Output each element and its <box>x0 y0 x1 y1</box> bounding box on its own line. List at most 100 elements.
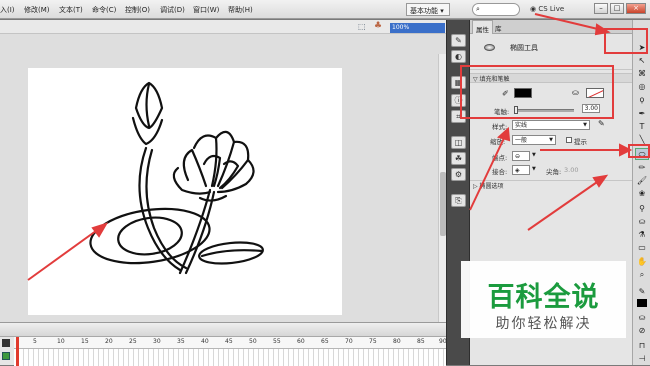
watermark-subtitle: 助你轻松解决 <box>495 316 592 332</box>
frame-number: 15 <box>81 338 89 345</box>
eraser-tool-icon[interactable]: ▭ <box>635 242 649 254</box>
hand-tool-icon[interactable]: ✋ <box>635 256 649 268</box>
search-input[interactable]: ⌕ <box>472 3 520 16</box>
frame-icon <box>2 339 10 347</box>
frame-number: 30 <box>153 338 161 345</box>
frame-number: 65 <box>321 338 329 345</box>
panel-icon-9[interactable]: ⎘ <box>451 194 466 207</box>
tab-properties[interactable]: 属性 <box>472 20 493 34</box>
frame-number: 70 <box>345 338 353 345</box>
stroke-color-chip[interactable] <box>637 299 647 307</box>
watermark: 百科全说 助你轻松解决 <box>461 261 626 338</box>
cap-round-icon: ⊖ <box>515 153 521 160</box>
timeline-ruler[interactable]: 5 10 15 20 25 30 35 40 45 50 55 60 65 70… <box>14 337 447 349</box>
pencil-tool-icon[interactable]: ✏ <box>635 162 649 174</box>
menu-help[interactable]: 帮助(H) <box>228 5 253 15</box>
pen-tool-icon[interactable]: ✒ <box>635 108 649 120</box>
free-transform-tool-icon[interactable]: ⌘ <box>635 68 649 80</box>
menu-control[interactable]: 控制(O) <box>125 5 150 15</box>
options-icon[interactable]: ⊣ <box>635 353 649 365</box>
workspace-dropdown[interactable]: 基本功能 ▾ <box>406 3 450 16</box>
text-tool-icon[interactable]: T <box>635 121 649 133</box>
chevron-down-icon: ▼ <box>532 166 536 172</box>
maximize-button[interactable]: □ <box>610 3 624 14</box>
snap-icon[interactable]: ⊓ <box>635 340 649 352</box>
chevron-down-icon: ▼ <box>532 152 536 158</box>
hint-checkbox[interactable] <box>566 137 572 143</box>
stroke-color-tool-icon[interactable]: ✎ <box>635 286 649 298</box>
frame-number: 45 <box>225 338 233 345</box>
scale-value: 一般 <box>515 137 528 144</box>
ellipse-options-section-header[interactable]: ▷ 椭圆选项 <box>470 180 632 190</box>
scale-dropdown[interactable]: 一般 ▼ <box>512 135 556 145</box>
panel-icon-2[interactable]: ◐ <box>451 50 466 63</box>
brush-tool-icon[interactable]: 🖌 <box>635 175 649 187</box>
deco-tool-icon[interactable]: ❀ <box>635 188 649 200</box>
menu-commands[interactable]: 命令(C) <box>92 5 116 15</box>
timeline-frames[interactable] <box>14 349 446 366</box>
watermark-title: 百科全说 <box>487 282 600 313</box>
cs-live-label: CS Live <box>538 5 565 13</box>
lotus-drawing <box>89 81 264 275</box>
menu-debug[interactable]: 调试(D) <box>160 5 185 15</box>
panel-menu-highlight <box>604 28 648 54</box>
frame-number: 85 <box>417 338 425 345</box>
miter-label: 尖角: <box>546 168 562 176</box>
frame-number: 60 <box>297 338 305 345</box>
cs-live-button[interactable]: ◉ CS Live <box>530 5 564 13</box>
join-round-icon: ◈ <box>515 167 520 174</box>
no-color-icon[interactable]: ⊘ <box>635 325 649 337</box>
menu-insert[interactable]: 入(I) <box>0 5 15 15</box>
cap-label: 端点: <box>492 154 508 162</box>
lasso-tool-icon[interactable]: ϙ <box>635 94 649 106</box>
bucket-tool-icon[interactable]: ⛀ <box>635 216 649 228</box>
menu-text[interactable]: 文本(T) <box>59 5 83 15</box>
bone-tool-icon[interactable]: ⚲ <box>635 203 649 215</box>
tab-library[interactable]: 库 <box>492 20 505 34</box>
vertical-scrollbar[interactable] <box>438 54 446 336</box>
playhead[interactable] <box>16 337 19 366</box>
fill-color-tool-icon[interactable]: ⛀ <box>635 312 649 324</box>
3d-rotation-tool-icon[interactable]: ◎ <box>635 81 649 93</box>
edit-symbol-icon[interactable]: ⬚ <box>358 22 366 31</box>
cap-dropdown[interactable]: ⊖ <box>512 151 530 161</box>
zoom-field[interactable]: 100% <box>390 23 445 33</box>
style-value: 实线 <box>515 122 528 129</box>
search-icon: ⌕ <box>476 5 480 13</box>
oval-tool-icon <box>484 44 495 51</box>
minimize-button[interactable]: – <box>594 3 608 14</box>
panel-icon-8[interactable]: ⚙ <box>451 168 466 181</box>
panel-icon-7[interactable]: ☘ <box>451 152 466 165</box>
ellipse-options-label: 椭圆选项 <box>479 183 504 190</box>
join-label: 接合: <box>492 168 508 176</box>
miter-value[interactable]: 3.00 <box>564 166 578 174</box>
edit-scene-icon[interactable]: ♣ <box>374 21 382 31</box>
tools-panel: ➤ ↖ ⌘ ◎ ϙ ✒ T ╲ ⬭ ✏ 🖌 ❀ ⚲ ⛀ ⚗ ▭ ✋ ⌕ ✎ ⛀ … <box>632 20 650 365</box>
menu-modify[interactable]: 修改(M) <box>24 5 50 15</box>
timeline-panel: 5 10 15 20 25 30 35 40 45 50 55 60 65 70… <box>0 322 447 366</box>
stage-canvas[interactable] <box>28 68 342 315</box>
close-button[interactable]: × <box>626 3 646 14</box>
frame-number: 20 <box>105 338 113 345</box>
panel-icon-6[interactable]: ◫ <box>451 136 466 149</box>
stage-area: ⬚ ♣ 100% <box>0 20 446 342</box>
menu-window[interactable]: 窗口(W) <box>193 5 219 15</box>
timeline-header <box>0 323 446 337</box>
frame-number: 5 <box>33 338 37 345</box>
subselection-tool-icon[interactable]: ↖ <box>635 55 649 67</box>
frame-number: 50 <box>249 338 257 345</box>
zoom-tool-icon[interactable]: ⌕ <box>635 269 649 281</box>
style-label: 样式: <box>492 123 508 131</box>
edit-style-icon[interactable]: ✎ <box>598 119 605 128</box>
oval-tool-highlight <box>628 144 650 158</box>
join-dropdown[interactable]: ◈ <box>512 165 530 175</box>
menu-bar: 入(I) 修改(M) 文本(T) 命令(C) 控制(O) 调试(D) 窗口(W)… <box>0 0 650 19</box>
eyedropper-tool-icon[interactable]: ⚗ <box>635 229 649 241</box>
frame-number: 10 <box>57 338 65 345</box>
tool-name: 椭圆工具 <box>510 44 538 52</box>
style-dropdown[interactable]: 实线 ▼ <box>512 120 590 130</box>
frame-number: 40 <box>201 338 209 345</box>
frame-number: 75 <box>369 338 377 345</box>
panel-icon-1[interactable]: ✎ <box>451 34 466 47</box>
scale-label: 缩放: <box>490 138 506 146</box>
